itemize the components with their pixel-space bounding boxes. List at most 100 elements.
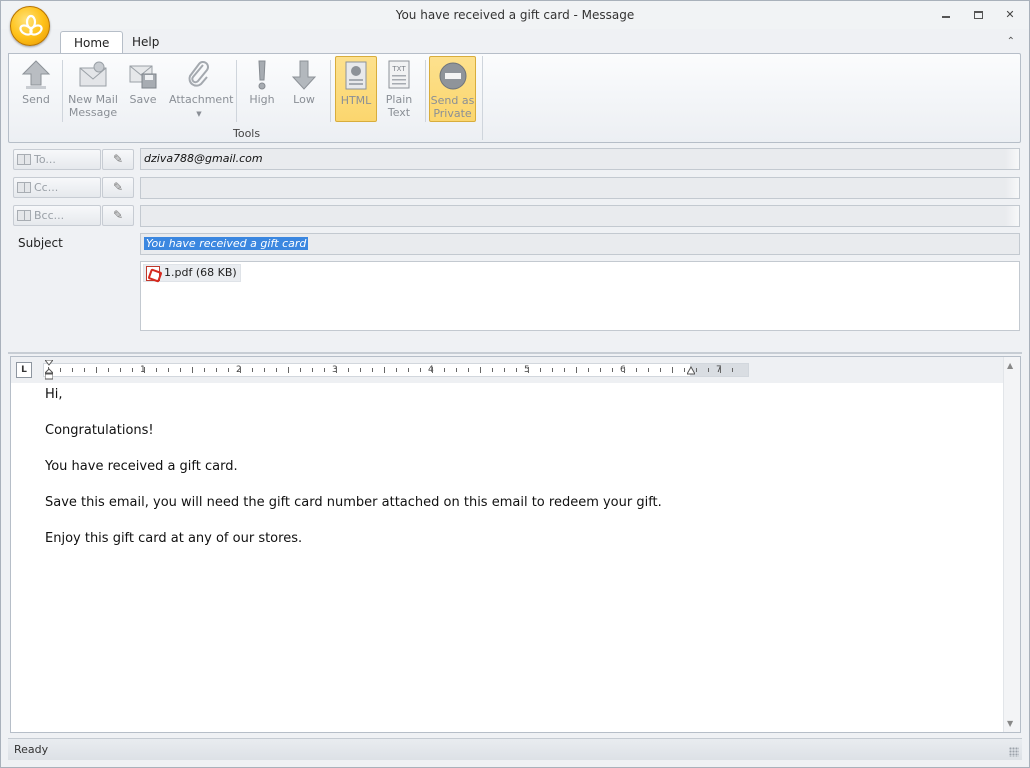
down-arrow-icon: [291, 60, 317, 90]
header-splitter[interactable]: [8, 352, 1022, 354]
tab-stop-button[interactable]: L: [16, 362, 32, 378]
ruler-tick: [660, 368, 661, 372]
ruler-tick: [732, 368, 733, 372]
ruler-tick: [672, 367, 673, 373]
attachment-button[interactable]: Attachment ▼: [169, 56, 234, 122]
to-button[interactable]: To...: [13, 149, 101, 170]
cc-field[interactable]: [140, 177, 1020, 199]
to-label: To...: [34, 153, 56, 166]
resize-grip-icon[interactable]: [1009, 747, 1019, 757]
close-button[interactable]: ✕: [1001, 7, 1019, 23]
save-button[interactable]: Save: [120, 56, 166, 122]
to-field[interactable]: dziva788@gmail.com: [140, 148, 1020, 170]
html-format-button[interactable]: HTML: [335, 56, 377, 122]
message-body[interactable]: Hi, Congratulations! You have received a…: [45, 387, 662, 567]
attachment-name: 1.pdf (68 KB): [164, 266, 237, 279]
message-editor[interactable]: L 1 2 3 4 5 6 7 Hi, Congratulations! You…: [10, 356, 1021, 733]
ruler-tick: [708, 368, 709, 372]
ruler-tick: [168, 368, 169, 372]
scroll-down-icon[interactable]: ▼: [1007, 719, 1013, 728]
ruler-tick: [444, 368, 445, 372]
ruler-tick: [336, 367, 337, 373]
address-book-icon: [17, 210, 31, 221]
ruler-tick: [144, 367, 145, 373]
ruler-bar: L 1 2 3 4 5 6 7: [11, 357, 1004, 383]
close-icon: ✕: [1005, 8, 1015, 21]
ruler-tick: [96, 367, 97, 373]
bcc-button[interactable]: Bcc...: [13, 205, 101, 226]
bcc-picker-button[interactable]: ✎: [102, 205, 134, 226]
ruler-tick: [216, 368, 217, 372]
ruler-tick: [240, 367, 241, 373]
ribbon-group-divider: [482, 56, 483, 140]
ruler-tick: [492, 368, 493, 372]
body-line: Enjoy this gift card at any of our store…: [45, 531, 303, 546]
ruler-tick: [108, 368, 109, 372]
to-picker-button[interactable]: ✎: [102, 149, 134, 170]
ruler-tick: [540, 368, 541, 372]
ruler-tick: [180, 368, 181, 372]
attachment-label: Attachment: [169, 93, 234, 106]
send-button[interactable]: Send: [13, 56, 59, 122]
plain-text-button[interactable]: TXT Plain Text: [379, 56, 419, 122]
send-as-private-button[interactable]: Send as Private: [429, 56, 476, 122]
message-window: You have received a gift card - Message …: [0, 0, 1030, 768]
html-label: HTML: [340, 94, 372, 107]
ruler-tick: [228, 368, 229, 372]
minimize-button[interactable]: [937, 7, 955, 23]
ribbon-separator: [425, 60, 426, 122]
ruler-tick: [288, 367, 289, 373]
dropdown-arrow-icon: ▼: [196, 110, 202, 118]
ruler-tick: [324, 368, 325, 372]
contacts-icon: ✎: [112, 152, 124, 166]
ruler-tick: [264, 368, 265, 372]
bcc-label: Bcc...: [34, 209, 65, 222]
ruler[interactable]: 1 2 3 4 5 6 7: [43, 363, 749, 377]
send-label: Send: [22, 93, 50, 106]
cc-picker-button[interactable]: ✎: [102, 177, 134, 198]
ruler-tick: [696, 368, 697, 372]
ruler-tick: [372, 368, 373, 372]
tab-stop-icon: L: [21, 365, 27, 375]
ruler-tick: [204, 368, 205, 372]
private-label-1: Send as: [430, 94, 475, 107]
ruler-tick: [84, 368, 85, 372]
subject-field[interactable]: You have received a gift card: [140, 233, 1020, 255]
scroll-up-icon[interactable]: ▲: [1007, 361, 1013, 370]
bcc-field[interactable]: [140, 205, 1020, 227]
cc-button[interactable]: Cc...: [13, 177, 101, 198]
right-indent-marker-icon[interactable]: [687, 366, 695, 376]
plain-text-label-1: Plain: [385, 93, 413, 106]
ribbon-separator: [62, 60, 63, 122]
attachment-item[interactable]: 1.pdf (68 KB): [143, 264, 241, 282]
status-bar: Ready: [8, 738, 1022, 760]
ruler-tick: [600, 368, 601, 372]
ruler-tick: [516, 368, 517, 372]
ruler-tick: [636, 368, 637, 372]
ruler-tick: [300, 368, 301, 372]
application-menu-button[interactable]: [10, 6, 50, 46]
ruler-tick: [132, 368, 133, 372]
high-priority-button[interactable]: High: [239, 56, 285, 122]
ruler-tick: [432, 367, 433, 373]
send-icon: [21, 60, 51, 89]
html-document-icon: [345, 61, 367, 90]
new-mail-message-button[interactable]: New Mail Message: [67, 56, 119, 122]
indent-marker-icon[interactable]: [45, 360, 53, 380]
new-mail-icon: [79, 61, 107, 87]
maximize-button[interactable]: [969, 7, 987, 23]
vertical-scrollbar[interactable]: ▲ ▼: [1003, 357, 1020, 732]
tab-home[interactable]: Home: [60, 31, 124, 54]
collapse-ribbon-button[interactable]: ⌃: [1007, 36, 1015, 47]
low-priority-button[interactable]: Low: [281, 56, 327, 122]
ruler-tick: [276, 368, 277, 372]
ruler-tick: [72, 368, 73, 372]
ruler-tick: [396, 368, 397, 372]
ribbon: Send New Mail Message Save Attachment ▼ …: [8, 53, 1021, 143]
chevron-up-icon: ⌃: [1006, 36, 1015, 47]
ruler-tick: [252, 368, 253, 372]
tab-help[interactable]: Help: [119, 31, 172, 53]
to-value: dziva788@gmail.com: [144, 152, 263, 165]
cc-label: Cc...: [34, 181, 59, 194]
ruler-tick: [468, 368, 469, 372]
